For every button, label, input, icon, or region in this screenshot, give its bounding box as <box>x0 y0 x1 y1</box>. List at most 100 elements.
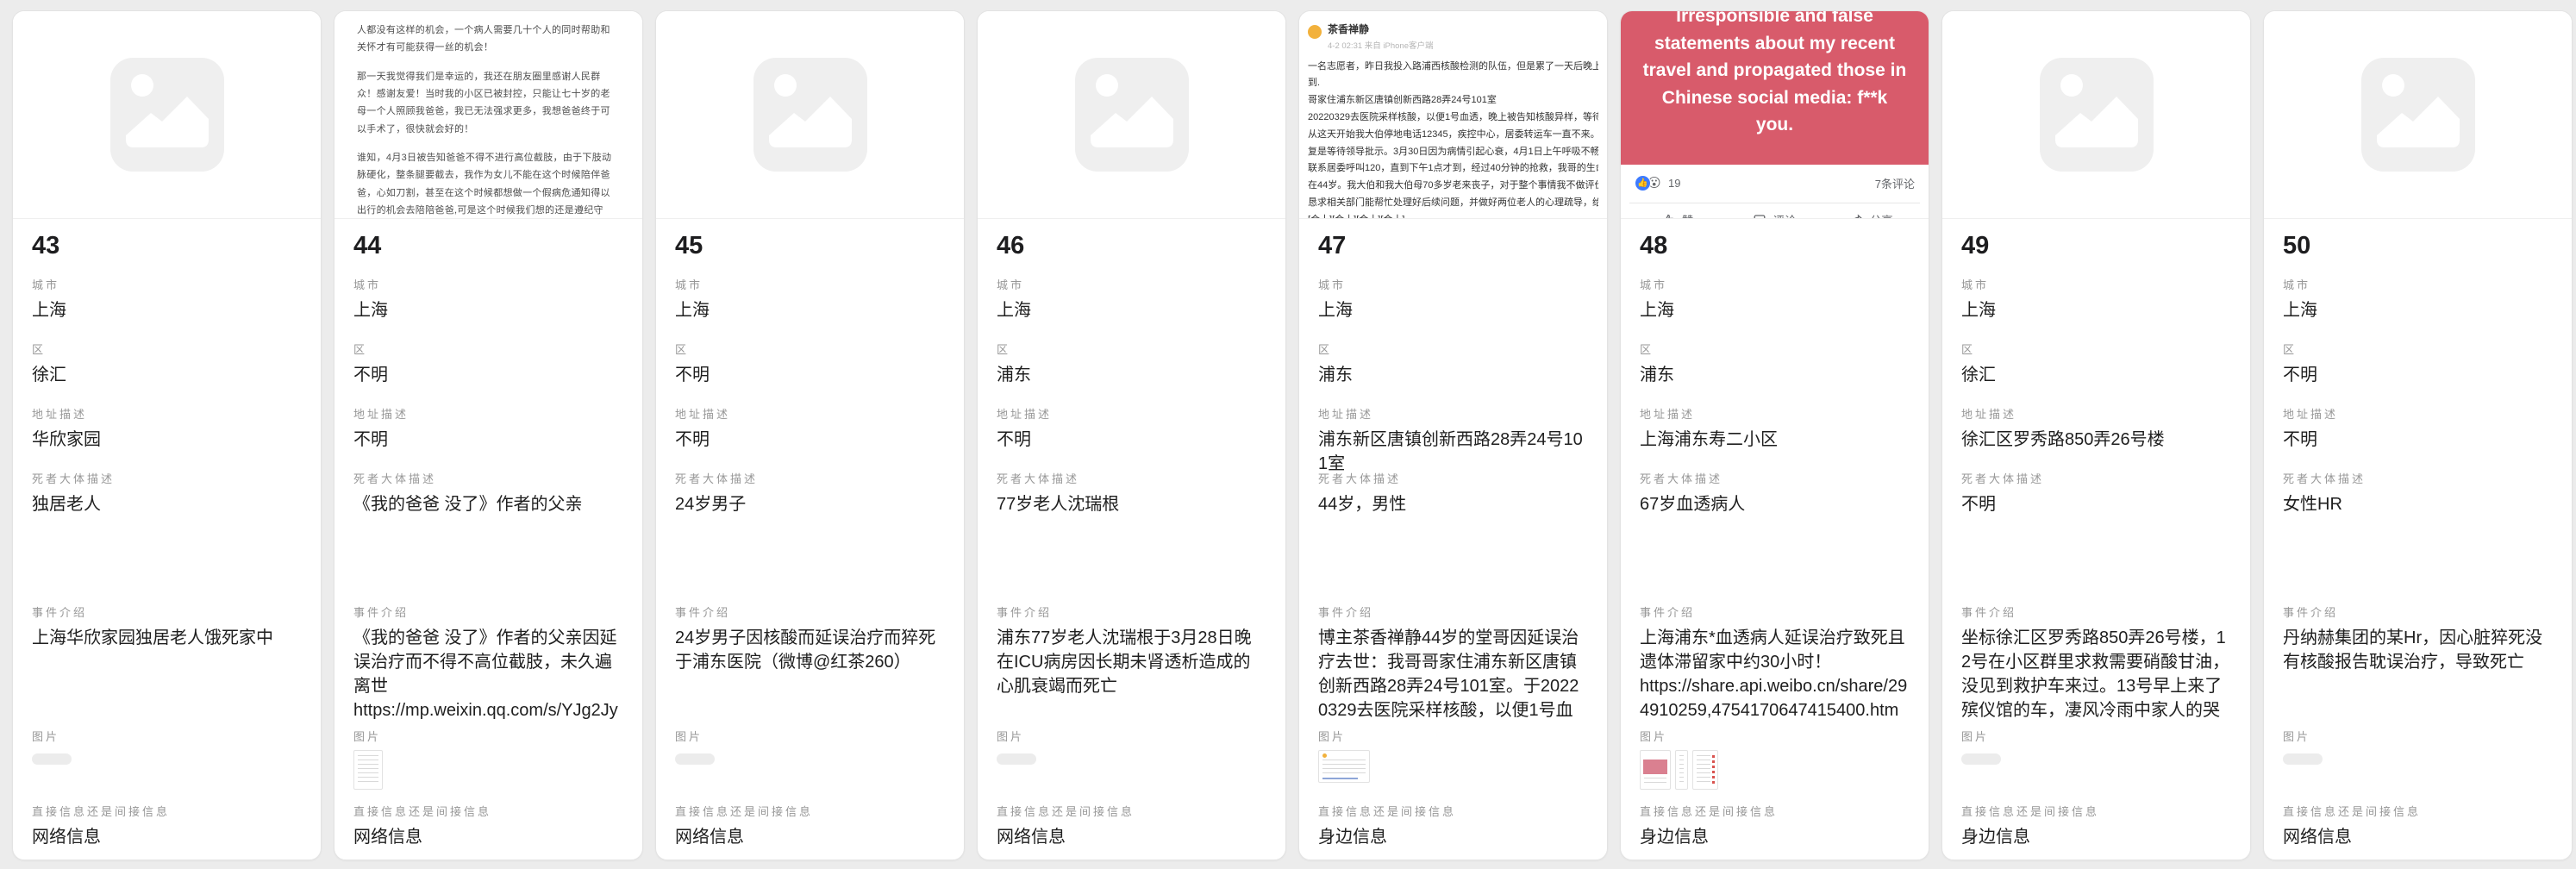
case-card[interactable]: 49 城市 上海 区 徐汇 地址描述 徐汇区罗秀路850弄26号楼 死者大体描述… <box>1941 10 2251 860</box>
record-number: 49 <box>1961 231 2231 260</box>
card-fields: 48 城市 上海 区 浦东 地址描述 上海浦东寿二小区 死者大体描述 67岁血透… <box>1621 219 1929 860</box>
field-district: 区 不明 <box>2283 342 2553 407</box>
field-value-district: 浦东 <box>1640 363 1910 387</box>
field-value-district: 不明 <box>675 363 945 387</box>
image-placeholder <box>13 11 321 218</box>
field-value-direct: 网络信息 <box>675 825 945 849</box>
image-placeholder-icon <box>2361 58 2475 172</box>
field-label-district: 区 <box>675 342 945 358</box>
field-value-address: 不明 <box>353 428 623 452</box>
like-button[interactable]: 赞 <box>1629 203 1726 219</box>
field-label-address: 地址描述 <box>1640 407 1910 422</box>
field-label-event: 事件介绍 <box>1318 605 1588 621</box>
field-label-image: 图片 <box>353 729 623 745</box>
field-label-direct: 直接信息还是间接信息 <box>2283 804 2553 820</box>
card-fields: 50 城市 上海 区 不明 地址描述 不明 死者大体描述 女性HR 事件介绍 丹… <box>2264 219 2572 860</box>
image-placeholder <box>2264 11 2572 218</box>
comments-count[interactable]: 7条评论 <box>1875 175 1915 191</box>
field-label-city: 城市 <box>1961 278 2231 293</box>
comment-icon <box>1753 213 1766 219</box>
field-address: 地址描述 不明 <box>675 407 945 472</box>
field-value-direct: 身边信息 <box>1640 825 1910 849</box>
field-direct: 直接信息还是间接信息 身边信息 <box>1318 804 1588 849</box>
field-value-deceased: 67岁血透病人 <box>1640 492 1910 516</box>
field-event: 事件介绍 上海浦东*血透病人延误治疗致死且遗体滞留家中约30小时！ https:… <box>1640 605 1910 729</box>
case-card[interactable]: 人都没有这样的机会，一个病人需要几十个人的同时帮助和关怀才有可能获得一丝的机会！… <box>334 10 643 860</box>
field-label-district: 区 <box>1961 342 2231 358</box>
field-address: 地址描述 不明 <box>2283 407 2553 472</box>
card-fields: 47 城市 上海 区 浦东 地址描述 浦东新区唐镇创新西路28弄24号101室 … <box>1299 219 1607 860</box>
field-address: 地址描述 华欣家园 <box>32 407 302 472</box>
field-address: 地址描述 浦东新区唐镇创新西路28弄24号101室 <box>1318 407 1588 472</box>
case-card[interactable]: 45 城市 上海 区 不明 地址描述 不明 死者大体描述 24岁男子 事件介绍 … <box>655 10 965 860</box>
field-city: 城市 上海 <box>1640 278 1910 342</box>
image-thumbnail[interactable] <box>2283 753 2323 765</box>
share-button[interactable]: 分享 <box>1823 203 1920 219</box>
image-thumbnail[interactable] <box>1318 750 1370 783</box>
field-direct: 直接信息还是间接信息 身边信息 <box>1961 804 2231 849</box>
attachment-thumbnails <box>2283 750 2553 791</box>
image-thumbnail[interactable] <box>1692 750 1718 790</box>
case-card[interactable]: 43 城市 上海 区 徐汇 地址描述 华欣家园 死者大体描述 独居老人 事件介绍… <box>12 10 322 860</box>
field-label-image: 图片 <box>2283 729 2553 745</box>
attachment-thumbnails <box>675 750 945 791</box>
card-media: Irresponsible and false statements about… <box>1621 11 1929 219</box>
case-card[interactable]: Irresponsible and false statements about… <box>1620 10 1929 860</box>
field-value-city: 上海 <box>1961 298 2231 322</box>
field-label-deceased: 死者大体描述 <box>1640 472 1910 487</box>
attachment-thumbnails <box>1318 750 1588 791</box>
field-value-deceased: 24岁男子 <box>675 492 945 516</box>
field-deceased: 死者大体描述 独居老人 <box>32 472 302 605</box>
field-value-event: 上海浦东*血透病人延误治疗致死且遗体滞留家中约30小时！ https://sha… <box>1640 626 1910 722</box>
field-district: 区 徐汇 <box>1961 342 2231 407</box>
card-media <box>1942 11 2250 219</box>
card-media <box>2264 11 2572 219</box>
image-thumbnail[interactable] <box>675 753 715 765</box>
field-event: 事件介绍 坐标徐汇区罗秀路850弄26号楼，12号在小区群里求救需要硝酸甘油，没… <box>1961 605 2231 729</box>
field-district: 区 浦东 <box>1640 342 1910 407</box>
field-label-event: 事件介绍 <box>997 605 1266 621</box>
field-value-city: 上海 <box>353 298 623 322</box>
case-card[interactable]: 茶香禅静 4-2 02:31 来自 iPhone客户端 一名志愿者，昨日我投入路… <box>1298 10 1608 860</box>
field-label-direct: 直接信息还是间接信息 <box>353 804 623 820</box>
reaction-count: 19 <box>1668 177 1680 190</box>
field-label-address: 地址描述 <box>2283 407 2553 422</box>
record-number: 48 <box>1640 231 1910 260</box>
field-label-direct: 直接信息还是间接信息 <box>997 804 1266 820</box>
image-thumbnail[interactable] <box>1675 750 1688 790</box>
field-value-city: 上海 <box>675 298 945 322</box>
field-label-address: 地址描述 <box>32 407 302 422</box>
image-thumbnail[interactable] <box>997 753 1036 765</box>
field-value-city: 上海 <box>997 298 1266 322</box>
field-value-direct: 网络信息 <box>997 825 1266 849</box>
weibo-post-screenshot: 茶香禅静 4-2 02:31 来自 iPhone客户端 一名志愿者，昨日我投入路… <box>1299 11 1607 219</box>
card-media <box>978 11 1285 219</box>
field-value-deceased: 44岁，男性 <box>1318 492 1588 516</box>
image-thumbnail[interactable] <box>32 753 72 765</box>
field-city: 城市 上海 <box>997 278 1266 342</box>
field-label-city: 城市 <box>32 278 302 293</box>
field-label-image: 图片 <box>1318 729 1588 745</box>
field-label-deceased: 死者大体描述 <box>997 472 1266 487</box>
field-label-city: 城市 <box>353 278 623 293</box>
image-thumbnail[interactable] <box>1640 750 1671 790</box>
field-value-event: 24岁男子因核酸而延误治疗而猝死于浦东医院（微博@红茶260） <box>675 626 945 674</box>
case-card[interactable]: 46 城市 上海 区 浦东 地址描述 不明 死者大体描述 77岁老人沈瑞根 事件… <box>977 10 1286 860</box>
case-card[interactable]: 50 城市 上海 区 不明 地址描述 不明 死者大体描述 女性HR 事件介绍 丹… <box>2263 10 2573 860</box>
field-label-direct: 直接信息还是间接信息 <box>1961 804 2231 820</box>
facebook-action-bar: 赞 评论 分享 <box>1629 203 1920 219</box>
field-label-deceased: 死者大体描述 <box>2283 472 2553 487</box>
field-label-event: 事件介绍 <box>353 605 623 621</box>
weibo-avatar <box>1308 25 1322 39</box>
field-district: 区 不明 <box>675 342 945 407</box>
card-fields: 43 城市 上海 区 徐汇 地址描述 华欣家园 死者大体描述 独居老人 事件介绍… <box>13 219 321 860</box>
image-thumbnail[interactable] <box>1961 753 2001 765</box>
field-value-address: 不明 <box>2283 428 2553 452</box>
comment-button[interactable]: 评论 <box>1726 203 1823 219</box>
field-label-district: 区 <box>997 342 1266 358</box>
field-direct: 直接信息还是间接信息 网络信息 <box>997 804 1266 849</box>
field-event: 事件介绍 24岁男子因核酸而延误治疗而猝死于浦东医院（微博@红茶260） <box>675 605 945 729</box>
field-label-city: 城市 <box>1640 278 1910 293</box>
field-value-direct: 网络信息 <box>2283 825 2553 849</box>
image-thumbnail[interactable] <box>353 750 383 790</box>
